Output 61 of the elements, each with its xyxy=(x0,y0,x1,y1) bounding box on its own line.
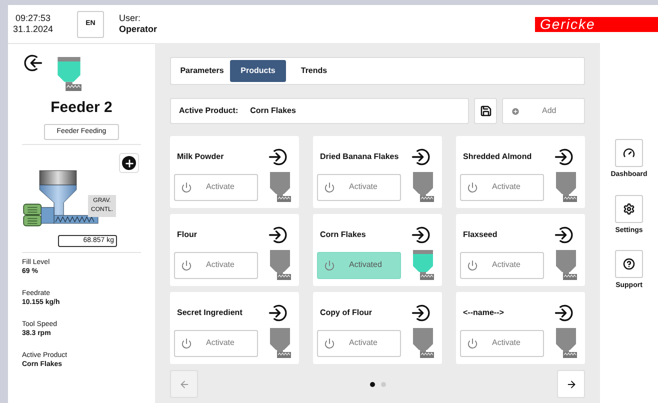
activate-button[interactable]: Activate xyxy=(174,330,258,356)
power-icon xyxy=(324,338,335,348)
power-icon xyxy=(324,182,335,192)
help-icon xyxy=(623,258,635,270)
brand-logo: Gericke xyxy=(535,16,658,32)
power-icon xyxy=(181,182,192,192)
tab[interactable]: Products xyxy=(230,60,286,82)
power-icon xyxy=(181,260,192,270)
activate-button[interactable]: Activate xyxy=(317,330,401,356)
clock-time: 09:27:53 xyxy=(15,13,51,24)
feeder-icon xyxy=(56,57,82,91)
add-button[interactable] xyxy=(119,153,139,173)
nav-button[interactable] xyxy=(615,139,643,167)
nav-button[interactable] xyxy=(615,250,643,278)
open-product-icon[interactable] xyxy=(410,302,432,324)
nav-button[interactable] xyxy=(615,194,643,222)
add-product-button[interactable]: Add xyxy=(502,98,585,124)
plus-icon xyxy=(122,156,136,170)
gauge-icon xyxy=(623,147,635,159)
power-icon xyxy=(181,338,192,348)
active-product-label: Active Product: xyxy=(179,105,238,117)
product-name: Flour xyxy=(177,229,197,241)
open-product-icon[interactable] xyxy=(553,302,575,324)
activate-button[interactable]: Activate xyxy=(174,252,258,278)
add-icon xyxy=(511,106,520,116)
product-name: Copy of Flour xyxy=(320,307,372,319)
product-name: Shredded Almond xyxy=(463,151,532,163)
open-product-icon[interactable] xyxy=(553,224,575,246)
arrow-right-icon xyxy=(566,378,576,390)
product-name: <--name--> xyxy=(463,307,504,319)
back-icon[interactable] xyxy=(22,52,44,74)
save-button[interactable] xyxy=(474,98,497,124)
open-product-icon[interactable] xyxy=(553,146,575,168)
product-name: Dried Banana Flakes xyxy=(320,151,399,163)
power-icon xyxy=(467,182,478,192)
user-name: Operator xyxy=(119,24,158,35)
activate-button[interactable]: Activate xyxy=(174,174,258,200)
clock-date: 31.1.2024 xyxy=(12,24,54,35)
product-name: Corn Flakes xyxy=(320,229,366,241)
active-product-value: Corn Flakes xyxy=(250,105,296,117)
settings-icon xyxy=(623,202,635,214)
open-product-icon[interactable] xyxy=(267,302,289,324)
activate-button[interactable]: Activate xyxy=(460,330,544,356)
open-product-icon[interactable] xyxy=(267,146,289,168)
arrow-left-icon xyxy=(178,378,190,390)
activate-button[interactable]: Activate xyxy=(460,174,544,200)
activate-button[interactable]: Activate xyxy=(460,252,544,278)
product-name: Flaxseed xyxy=(463,229,498,241)
feeder-title: Feeder 2 xyxy=(50,98,112,118)
activate-button[interactable]: Activate xyxy=(317,174,401,200)
product-name: Secret Ingredient xyxy=(177,307,242,319)
user-label: User: xyxy=(119,13,142,24)
power-icon xyxy=(324,260,335,270)
power-icon xyxy=(467,260,478,270)
save-icon xyxy=(480,105,492,117)
open-product-icon[interactable] xyxy=(410,224,432,246)
product-name: Milk Powder xyxy=(177,151,224,163)
activate-button[interactable]: Activated xyxy=(317,252,401,278)
power-icon xyxy=(467,338,478,348)
open-product-icon[interactable] xyxy=(267,224,289,246)
open-product-icon[interactable] xyxy=(410,146,432,168)
